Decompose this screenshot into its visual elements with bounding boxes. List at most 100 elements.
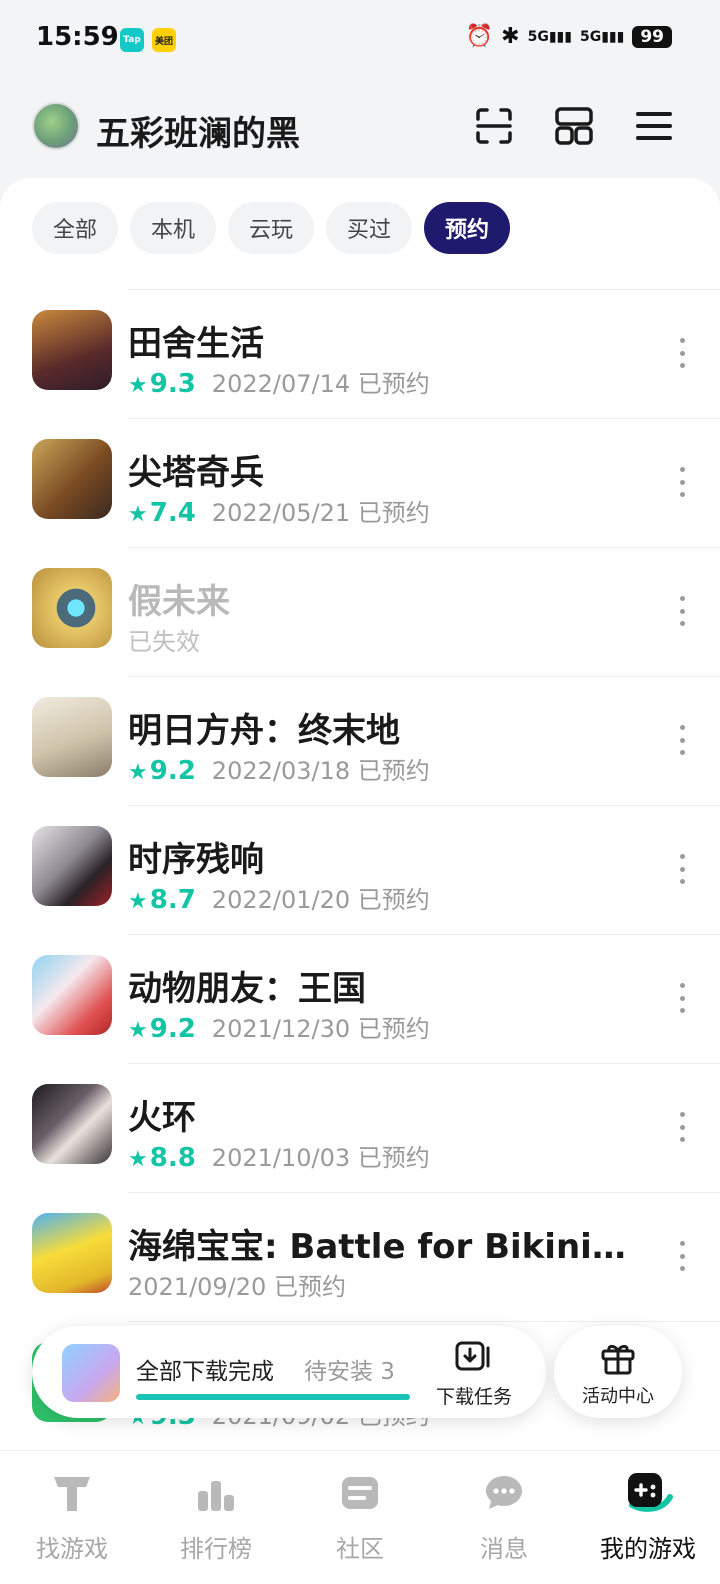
more-options-button[interactable]	[674, 983, 690, 1013]
game-meta: 已失效	[128, 622, 200, 657]
more-options-button[interactable]	[674, 1241, 690, 1271]
list-item[interactable]: 动物朋友：王国 ★ 9.2 2021/12/30 已预约	[32, 934, 720, 1063]
nav-message[interactable]: 消息	[432, 1451, 576, 1584]
tab-purchased[interactable]: 买过	[326, 202, 412, 254]
nav-label: 排行榜	[180, 1535, 252, 1563]
nav-label: 我的游戏	[600, 1535, 696, 1563]
nav-community[interactable]: 社区	[288, 1451, 432, 1584]
nav-label: 找游戏	[36, 1535, 108, 1563]
ranking-icon	[198, 1481, 234, 1511]
reserve-date: 2022/03/18 已预约	[211, 757, 430, 785]
more-options-button[interactable]	[674, 338, 690, 368]
list-item[interactable]: 假未来 已失效	[32, 547, 720, 676]
game-title: 明日方舟：终末地	[128, 711, 400, 751]
game-rating: 8.8	[149, 1143, 196, 1173]
download-icon	[455, 1341, 490, 1371]
tap-app-icon: Tap	[120, 28, 144, 52]
game-title: 动物朋友：王国	[128, 969, 366, 1009]
bluetooth-icon: ✱	[501, 24, 520, 49]
message-icon	[486, 1476, 522, 1509]
grid-icon	[555, 107, 593, 145]
star-icon: ★	[128, 1018, 148, 1043]
signal-icon: 5G▮▮▮	[579, 28, 625, 45]
tab-reserved[interactable]: 预约	[424, 202, 510, 254]
game-icon	[32, 439, 112, 519]
download-task-button[interactable]: 下载任务	[432, 1340, 516, 1409]
game-rating: 9.2	[149, 1014, 196, 1044]
download-progress-bar	[136, 1394, 410, 1400]
nav-my-games[interactable]: 我的游戏	[576, 1451, 720, 1584]
list-item[interactable]: 时序残响 ★ 8.7 2022/01/20 已预约	[32, 805, 720, 934]
more-options-button[interactable]	[674, 1112, 690, 1142]
download-status-bar[interactable]: 全部下载完成 待安装 3 下载任务	[32, 1326, 546, 1418]
game-list: 田舍生活 ★ 9.3 2022/07/14 已预约 尖塔奇兵 ★ 7.4 202…	[0, 289, 720, 1450]
gift-icon	[601, 1344, 635, 1375]
avatar[interactable]	[32, 102, 80, 150]
community-icon	[342, 1477, 378, 1509]
more-options-button[interactable]	[674, 854, 690, 884]
game-meta: ★ 8.8 2021/10/03 已预约	[128, 1138, 430, 1173]
list-item[interactable]: 海绵宝宝: Battle for Bikini B... 2021/09/20 …	[32, 1192, 720, 1321]
menu-icon	[636, 112, 672, 140]
game-rating: 8.7	[149, 885, 196, 915]
game-icon	[32, 955, 112, 1035]
tab-all[interactable]: 全部	[32, 202, 118, 254]
reserve-date: 2022/05/21 已预约	[211, 499, 430, 527]
reserve-date: 2021/09/20 已预约	[128, 1273, 346, 1301]
game-meta: 2021/09/20 已预约	[128, 1267, 346, 1302]
scan-icon	[476, 108, 512, 144]
star-icon: ★	[128, 889, 148, 914]
list-item[interactable]: 田舍生活 ★ 9.3 2022/07/14 已预约	[32, 289, 720, 418]
list-item[interactable]: 明日方舟：终末地 ★ 9.2 2022/03/18 已预约	[32, 676, 720, 805]
layout-button[interactable]	[552, 104, 596, 148]
game-title: 时序残响	[128, 840, 264, 880]
game-meta: ★ 8.7 2022/01/20 已预约	[128, 880, 430, 915]
more-options-button[interactable]	[674, 725, 690, 755]
game-title: 火环	[128, 1098, 196, 1138]
main-panel: 全部 本机 云玩 买过 预约 田舍生活 ★ 9.3 2022/07/14 已预约…	[0, 178, 720, 1458]
game-icon	[32, 568, 112, 648]
nav-label: 消息	[480, 1535, 528, 1563]
activity-center-button[interactable]: 活动中心	[554, 1326, 682, 1418]
game-icon	[32, 697, 112, 777]
tab-cloud[interactable]: 云玩	[228, 202, 314, 254]
game-title: 海绵宝宝: Battle for Bikini B...	[128, 1227, 628, 1267]
tab-local[interactable]: 本机	[130, 202, 216, 254]
system-icons: ⏰ ✱ 5G▮▮▮ 5G▮▮▮ 99	[466, 24, 672, 49]
activity-center-label: 活动中心	[582, 1386, 654, 1407]
game-title: 尖塔奇兵	[128, 453, 264, 493]
more-options-button[interactable]	[674, 596, 690, 626]
game-title: 假未来	[128, 582, 230, 622]
meituan-app-icon: 美团	[152, 28, 176, 52]
status-time: 15:59	[36, 22, 119, 52]
game-title: 田舍生活	[128, 324, 264, 364]
game-icon	[32, 1084, 112, 1164]
reserve-date: 2022/07/14 已预约	[211, 370, 430, 398]
reserve-status: 已失效	[128, 628, 200, 656]
list-item[interactable]: 火环 ★ 8.8 2021/10/03 已预约	[32, 1063, 720, 1192]
nav-find-game[interactable]: 找游戏	[0, 1451, 144, 1584]
star-icon: ★	[128, 502, 148, 527]
star-icon: ★	[128, 1147, 148, 1172]
reserve-date: 2021/10/03 已预约	[211, 1144, 430, 1172]
nav-label: 社区	[336, 1535, 384, 1563]
username[interactable]: 五彩班澜的黑	[96, 106, 300, 155]
game-meta: ★ 9.3 2022/07/14 已预约	[128, 364, 430, 399]
star-icon: ★	[128, 373, 148, 398]
filter-tabs: 全部 本机 云玩 买过 预约	[32, 202, 510, 254]
nav-ranking[interactable]: 排行榜	[144, 1451, 288, 1584]
game-icon	[32, 1213, 112, 1293]
reserve-date: 2022/01/20 已预约	[211, 886, 430, 914]
bottom-navigation: 找游戏 排行榜 社区 消息 我的游戏	[0, 1450, 720, 1584]
game-rating: 7.4	[149, 498, 196, 528]
download-status-title: 全部下载完成	[136, 1359, 274, 1385]
game-meta: ★ 9.2 2021/12/30 已预约	[128, 1009, 430, 1044]
menu-button[interactable]	[632, 104, 676, 148]
profile-header: 五彩班澜的黑	[0, 92, 720, 168]
game-meta: ★ 9.2 2022/03/18 已预约	[128, 751, 430, 786]
more-options-button[interactable]	[674, 467, 690, 497]
find-game-icon	[54, 1477, 90, 1511]
scan-button[interactable]	[472, 104, 516, 148]
game-icon	[32, 826, 112, 906]
list-item[interactable]: 尖塔奇兵 ★ 7.4 2022/05/21 已预约	[32, 418, 720, 547]
